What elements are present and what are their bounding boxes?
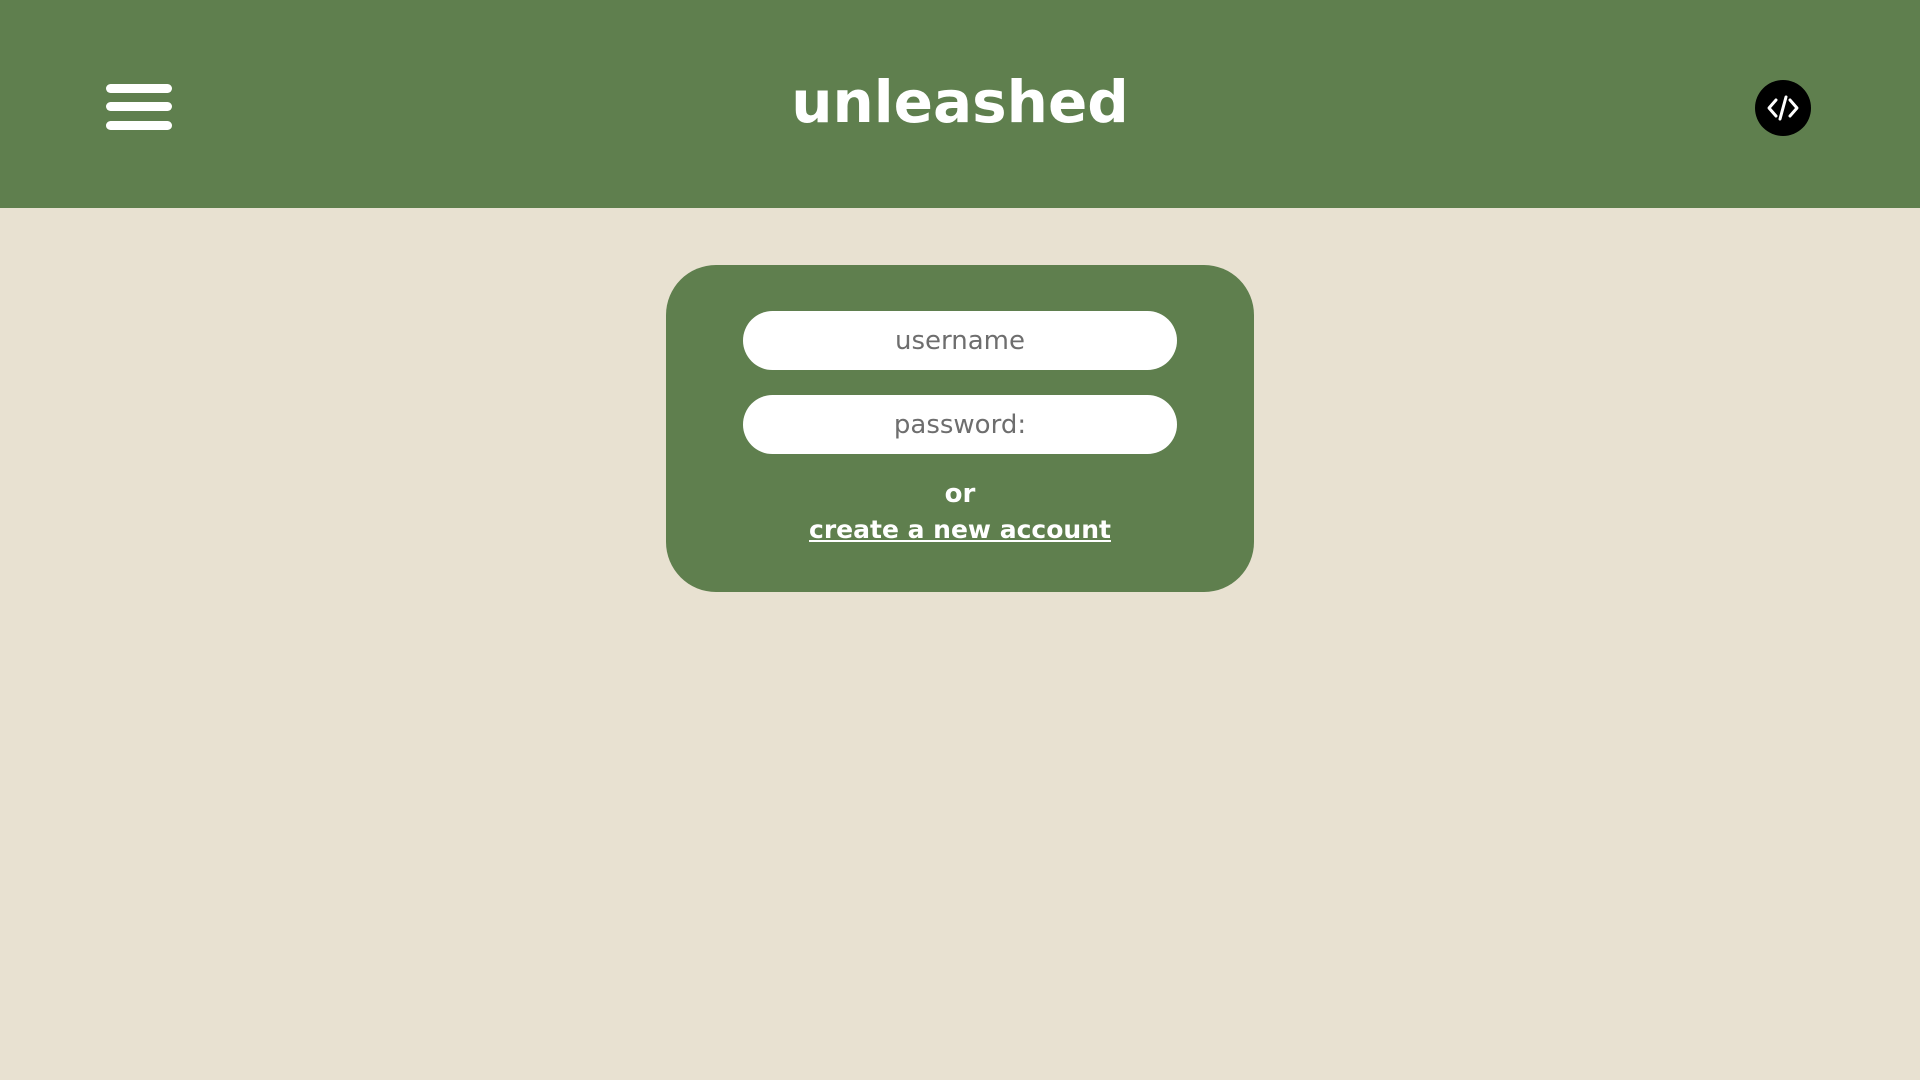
code-brackets-icon[interactable] [1755, 80, 1811, 136]
login-card: or create a new account [666, 265, 1254, 592]
or-separator-text: or [944, 479, 976, 509]
create-account-link[interactable]: create a new account [666, 513, 1254, 547]
app-title: unleashed [791, 68, 1129, 136]
password-input[interactable] [743, 395, 1177, 454]
code-brackets-glyph [1767, 95, 1799, 121]
username-input[interactable] [743, 311, 1177, 370]
top-header: unleashed [0, 0, 1920, 208]
